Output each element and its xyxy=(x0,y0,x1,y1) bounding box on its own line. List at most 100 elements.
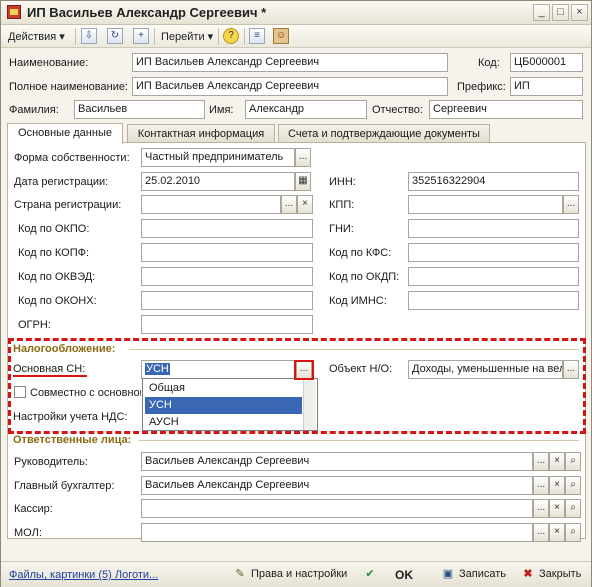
code-field[interactable]: ЦБ000001 xyxy=(510,53,583,72)
kopf-field[interactable] xyxy=(141,243,313,262)
cashier-search-icon[interactable]: ⌕ xyxy=(565,499,581,518)
director-label: Руководитель: xyxy=(14,456,88,468)
accountant-clear-button[interactable]: × xyxy=(549,476,565,495)
minimize-button[interactable]: _ xyxy=(533,4,550,21)
name-label: Наименование: xyxy=(9,57,89,69)
okved-field[interactable] xyxy=(141,267,313,286)
imns-field[interactable] xyxy=(408,291,579,310)
ok-button[interactable]: OK xyxy=(395,568,413,582)
fullname-label: Полное наименование: xyxy=(9,81,129,93)
name-field[interactable]: ИП Васильев Александр Сергеевич xyxy=(132,53,448,72)
prefix-label: Префикс: xyxy=(457,81,506,93)
title-bar: ИП Васильев Александр Сергеевич * _ □ × xyxy=(1,1,591,25)
ownership-select-button[interactable]: ... xyxy=(295,148,311,167)
kpp-label: КПП: xyxy=(329,199,355,211)
post-document-icon[interactable]: ⇩ xyxy=(81,28,97,44)
okved-label: Код по ОКВЭД: xyxy=(18,271,96,283)
okdp-field[interactable] xyxy=(408,267,579,286)
tab-accounts[interactable]: Счета и подтверждающие документы xyxy=(278,124,490,143)
fullname-field[interactable]: ИП Васильев Александр Сергеевич xyxy=(132,77,448,96)
calendar-icon[interactable]: ▦ xyxy=(295,172,311,191)
highlight-button-frame xyxy=(294,360,314,380)
dependencies-icon[interactable]: ☺ xyxy=(273,28,289,44)
regdate-field[interactable]: 25.02.2010 xyxy=(141,172,295,191)
ogrn-field[interactable] xyxy=(141,315,313,334)
okpo-field[interactable] xyxy=(141,219,313,238)
inn-field[interactable]: 352516322904 xyxy=(408,172,579,191)
country-clear-button[interactable]: × xyxy=(297,195,313,214)
tab-contact-info[interactable]: Контактная информация xyxy=(127,124,275,143)
copy-icon[interactable]: + xyxy=(133,28,149,44)
help-icon[interactable]: ? xyxy=(223,28,239,44)
country-label: Страна регистрации: xyxy=(14,199,122,211)
mol-search-icon[interactable]: ⌕ xyxy=(565,523,581,542)
cashier-label: Кассир: xyxy=(14,503,53,515)
kfs-label: Код по КФС: xyxy=(329,247,392,259)
kfs-field[interactable] xyxy=(408,243,579,262)
patronymic-field[interactable]: Сергеевич xyxy=(429,100,583,119)
kpp-select-button[interactable]: ... xyxy=(563,195,579,214)
okonh-label: Код по ОКОНХ: xyxy=(18,295,97,307)
country-select-button[interactable]: ... xyxy=(281,195,297,214)
mol-select-button[interactable]: ... xyxy=(533,523,549,542)
save-button[interactable]: Записать xyxy=(459,568,506,580)
refresh-icon[interactable]: ↻ xyxy=(107,28,123,44)
goto-menu[interactable]: Перейти ▾ xyxy=(161,30,213,43)
imns-label: Код ИМНС: xyxy=(329,295,387,307)
window-title: ИП Васильев Александр Сергеевич * xyxy=(27,5,267,20)
close-form-button[interactable]: Закрыть xyxy=(539,568,581,580)
maximize-button[interactable]: □ xyxy=(552,4,569,21)
mol-clear-button[interactable]: × xyxy=(549,523,565,542)
actions-menu[interactable]: Действия ▾ xyxy=(8,30,65,43)
structure-icon[interactable]: ≡ xyxy=(249,28,265,44)
close-button[interactable]: × xyxy=(571,4,588,21)
responsible-section-title: Ответственные лица: xyxy=(13,434,132,446)
cashier-clear-button[interactable]: × xyxy=(549,499,565,518)
save-icon: ▣ xyxy=(442,568,454,580)
kopf-label: Код по КОПФ: xyxy=(18,247,90,259)
ownership-label: Форма собственности: xyxy=(14,152,130,164)
toolbar: Действия ▾ ⇩ ↻ + Перейти ▾ ? ≡ ☺ xyxy=(1,25,591,48)
mol-label: МОЛ: xyxy=(14,527,42,539)
chevron-down-icon: ▾ xyxy=(59,31,65,43)
toolbar-divider xyxy=(218,28,219,45)
files-link[interactable]: Файлы, картинки (5) Логоти... xyxy=(9,569,158,581)
director-search-icon[interactable]: ⌕ xyxy=(565,452,581,471)
kpp-field[interactable] xyxy=(408,195,563,214)
window: ИП Васильев Александр Сергеевич * _ □ × … xyxy=(0,0,592,587)
regdate-label: Дата регистрации: xyxy=(14,176,109,188)
director-select-button[interactable]: ... xyxy=(533,452,549,471)
accountant-label: Главный бухгалтер: xyxy=(14,480,115,492)
cashier-select-button[interactable]: ... xyxy=(533,499,549,518)
bottom-bar: Файлы, картинки (5) Логоти... ✎ Права и … xyxy=(1,561,591,587)
okonh-field[interactable] xyxy=(141,291,313,310)
country-field[interactable] xyxy=(141,195,281,214)
code-label: Код: xyxy=(478,57,500,69)
highlight-frame xyxy=(8,338,586,434)
cashier-field[interactable] xyxy=(141,499,533,518)
toolbar-divider xyxy=(75,28,76,45)
tools-icon: ✎ xyxy=(235,568,245,580)
director-clear-button[interactable]: × xyxy=(549,452,565,471)
highlight-underline xyxy=(13,375,87,377)
ownership-field[interactable]: Частный предприниматель xyxy=(141,148,295,167)
tab-main-data[interactable]: Основные данные xyxy=(7,123,123,144)
app-icon xyxy=(7,5,21,19)
gni-field[interactable] xyxy=(408,219,579,238)
accountant-select-button[interactable]: ... xyxy=(533,476,549,495)
director-field[interactable]: Васильев Александр Сергеевич xyxy=(141,452,533,471)
prefix-field[interactable]: ИП xyxy=(510,77,583,96)
firstname-field[interactable]: Александр xyxy=(245,100,367,119)
lastname-label: Фамилия: xyxy=(9,104,59,116)
toolbar-divider xyxy=(154,28,155,45)
okpo-label: Код по ОКПО: xyxy=(18,223,90,235)
accountant-search-icon[interactable]: ⌕ xyxy=(565,476,581,495)
rights-button[interactable]: Права и настройки xyxy=(251,568,347,580)
close-icon: ✖ xyxy=(523,568,533,580)
patronymic-label: Отчество: xyxy=(372,104,423,116)
lastname-field[interactable]: Васильев xyxy=(74,100,205,119)
mol-field[interactable] xyxy=(141,523,533,542)
gni-label: ГНИ: xyxy=(329,223,354,235)
firstname-label: Имя: xyxy=(209,104,234,116)
accountant-field[interactable]: Васильев Александр Сергеевич xyxy=(141,476,533,495)
